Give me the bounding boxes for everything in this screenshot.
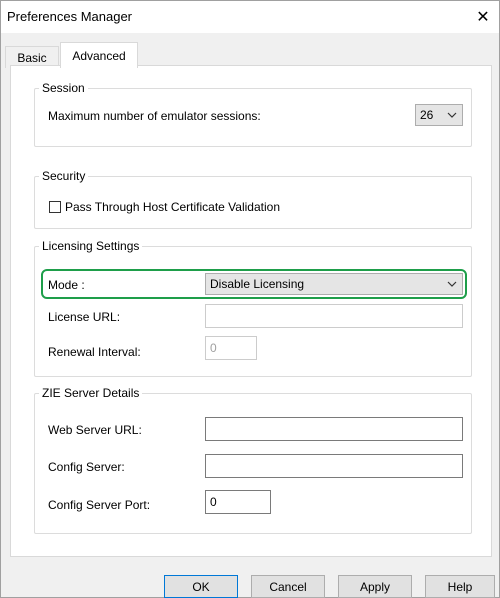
- help-button[interactable]: Help: [425, 575, 495, 598]
- zie-legend: ZIE Server Details: [42, 386, 140, 400]
- mode-select[interactable]: Disable Licensing: [205, 273, 463, 295]
- config-server-port-label: Config Server Port:: [48, 498, 151, 512]
- config-server-input[interactable]: [205, 454, 463, 478]
- apply-button[interactable]: Apply: [338, 575, 412, 598]
- tab-strip: Basic Advanced: [1, 33, 499, 68]
- web-server-url-input[interactable]: [205, 417, 463, 441]
- window-title: Preferences Manager: [7, 9, 133, 24]
- license-url-label: License URL:: [48, 310, 121, 324]
- web-server-url-label: Web Server URL:: [48, 423, 142, 437]
- pass-through-checkbox[interactable]: [49, 201, 61, 213]
- security-group: Security: [34, 169, 472, 229]
- renewal-interval-label: Renewal Interval:: [48, 345, 141, 359]
- max-sessions-value: 26: [420, 108, 434, 122]
- max-sessions-select[interactable]: 26: [415, 104, 463, 126]
- preferences-window: Preferences Manager ✕ Basic Advanced Ses…: [0, 0, 500, 598]
- session-legend: Session: [42, 81, 85, 95]
- license-url-input[interactable]: [205, 304, 463, 328]
- close-icon: ✕: [476, 9, 490, 26]
- ok-button[interactable]: OK: [164, 575, 238, 598]
- tab-advanced[interactable]: Advanced: [60, 42, 138, 68]
- close-button[interactable]: ✕: [467, 1, 499, 33]
- max-sessions-label: Maximum number of emulator sessions:: [48, 109, 261, 123]
- title-bar: Preferences Manager ✕: [1, 1, 499, 33]
- licensing-legend: Licensing Settings: [42, 239, 140, 253]
- chevron-down-icon: [442, 112, 462, 118]
- mode-label: Mode :: [48, 278, 85, 292]
- cancel-button[interactable]: Cancel: [251, 575, 325, 598]
- security-legend: Security: [42, 169, 86, 183]
- chevron-down-icon: [442, 281, 462, 287]
- pass-through-label: Pass Through Host Certificate Validation: [65, 200, 280, 214]
- config-server-port-input[interactable]: [205, 490, 271, 514]
- mode-value: Disable Licensing: [210, 277, 305, 291]
- renewal-interval-input[interactable]: [205, 336, 257, 360]
- config-server-label: Config Server:: [48, 460, 125, 474]
